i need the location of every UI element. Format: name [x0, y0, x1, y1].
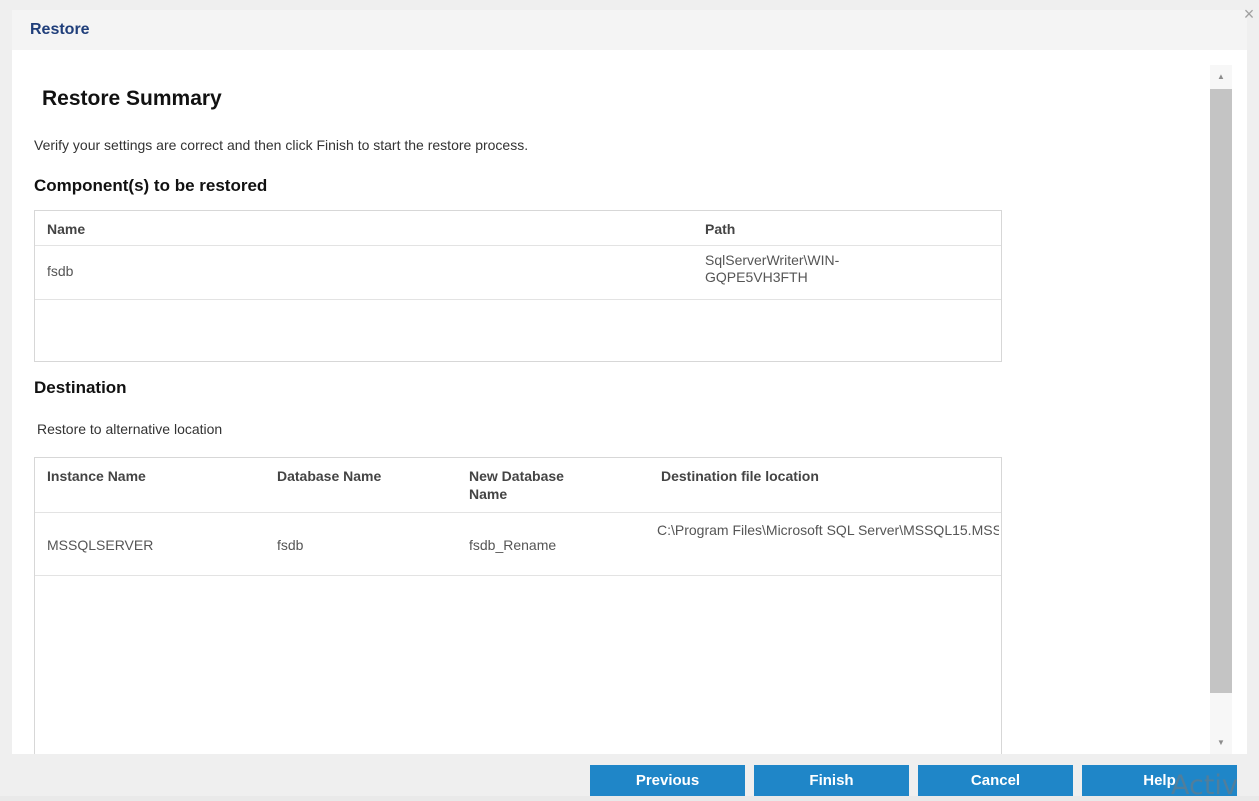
close-icon[interactable]: × [1241, 5, 1257, 23]
components-grid-header: Name Path [35, 211, 1001, 246]
previous-button[interactable]: Previous [590, 765, 745, 796]
scrollbar-thumb[interactable] [1210, 89, 1232, 693]
destination-grid: Instance Name Database Name New Database… [34, 457, 1002, 754]
cell-instance-name: MSSQLSERVER [47, 537, 154, 553]
table-row[interactable]: fsdb SqlServerWriter\WIN- GQPE5VH3FTH [35, 246, 1001, 300]
scroll-down-icon[interactable]: ▼ [1210, 733, 1232, 753]
cell-destination-file-location: C:\Program Files\Microsoft SQL Server\MS… [657, 522, 999, 538]
destination-type: Restore to alternative location [37, 421, 223, 437]
table-row[interactable]: MSSQLSERVER fsdb fsdb_Rename C:\Program … [35, 513, 1001, 576]
column-header-database-name: Database Name [277, 468, 382, 484]
column-header-destination-file-location: Destination file location [661, 468, 819, 484]
destination-heading: Destination [34, 378, 127, 397]
dialog-titlebar: Restore [12, 10, 1247, 50]
cancel-button[interactable]: Cancel [918, 765, 1073, 796]
vertical-scrollbar[interactable]: ▲ ▼ [1210, 65, 1232, 754]
column-header-instance-name: Instance Name [47, 468, 146, 484]
summary-instructions: Verify your settings are correct and the… [34, 137, 529, 153]
scroll-up-icon[interactable]: ▲ [1210, 67, 1232, 87]
cell-name: fsdb [47, 263, 74, 279]
column-header-path: Path [705, 221, 736, 237]
column-header-new-database-name: New Database Name [469, 468, 564, 502]
dialog-title: Restore [30, 21, 90, 38]
components-heading: Component(s) to be restored [34, 176, 268, 195]
cell-new-database-name: fsdb_Rename [469, 537, 557, 553]
cell-path: SqlServerWriter\WIN- GQPE5VH3FTH [705, 252, 840, 285]
activation-watermark: Activ [1171, 770, 1238, 801]
finish-button[interactable]: Finish [754, 765, 909, 796]
restore-dialog: Restore × Restore Summary Verify your se… [0, 0, 1259, 801]
components-grid: Name Path fsdb SqlServerWriter\WIN- GQPE… [34, 210, 1002, 362]
summary-title: Restore Summary [42, 87, 222, 110]
cell-database-name: fsdb [277, 537, 304, 553]
column-header-name: Name [47, 221, 86, 237]
dialog-content: Restore Summary Verify your settings are… [12, 50, 1247, 754]
destination-grid-header: Instance Name Database Name New Database… [35, 458, 1001, 513]
